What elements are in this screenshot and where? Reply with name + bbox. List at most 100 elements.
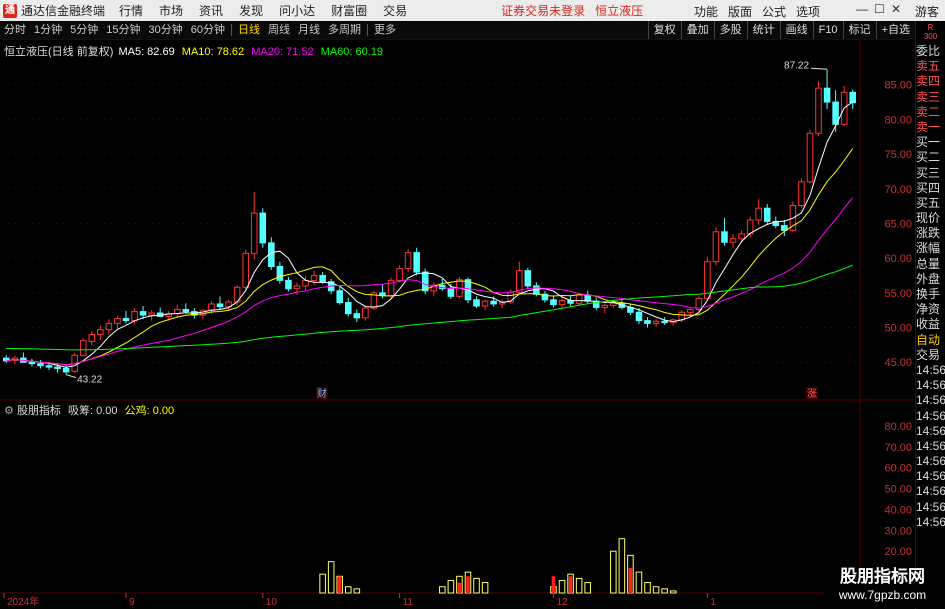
period-tab-10[interactable]: 更多: [370, 21, 400, 39]
period-tab-4[interactable]: 30分钟: [145, 21, 187, 39]
period-tab-1[interactable]: 1分钟: [30, 21, 66, 39]
period-tab-3[interactable]: 15分钟: [102, 21, 144, 39]
menu-gongneng[interactable]: 功能: [694, 3, 718, 20]
side-item-5: 卖一: [916, 119, 941, 134]
menu-xuanxiang[interactable]: 选项: [796, 3, 820, 20]
close-icon[interactable]: ✕: [891, 2, 901, 16]
ma60-line: [6, 264, 853, 351]
volume-bar-yellow: [669, 590, 677, 594]
candle-down: [823, 87, 831, 103]
tool-button-5[interactable]: F10: [812, 21, 843, 39]
period-tab-0[interactable]: 分时: [0, 21, 30, 39]
side-item-8: 买三: [916, 165, 941, 180]
volume-bar-red: [628, 567, 633, 593]
tool-button-7[interactable]: +自选: [875, 21, 915, 39]
window-controls: — ☐ ✕: [856, 2, 901, 16]
side-item-7: 买二: [916, 150, 941, 165]
candle-up: [79, 340, 87, 356]
ma10-line: [6, 148, 854, 366]
candle-down: [336, 290, 344, 304]
candle-down: [490, 300, 497, 305]
candle-up: [362, 307, 369, 319]
menu-wenxiaoda[interactable]: 问小达: [279, 2, 315, 19]
menu-banmian[interactable]: 版面: [728, 3, 752, 20]
volume-bar-yellow: [558, 579, 566, 594]
period-tab-2[interactable]: 5分钟: [66, 21, 102, 39]
tool-button-4[interactable]: 画线: [779, 21, 813, 39]
candle-up: [105, 322, 113, 331]
menu-zixun[interactable]: 资讯: [199, 2, 223, 19]
period-tab-8[interactable]: 月线: [294, 21, 324, 39]
candle-down: [37, 363, 44, 367]
candle-down: [644, 320, 651, 324]
side-item-13: 涨幅: [916, 241, 941, 256]
candle-up: [815, 87, 822, 134]
volume-tick-label: 70.00: [884, 442, 912, 454]
candle-down: [353, 313, 361, 319]
side-item-10: 买五: [916, 195, 941, 210]
tool-button-6[interactable]: 标记: [842, 21, 876, 39]
menu-shichang[interactable]: 市场: [159, 2, 183, 19]
maximize-icon[interactable]: ☐: [874, 2, 885, 16]
minimize-icon[interactable]: —: [856, 2, 868, 16]
price-tick-label: 70.00: [884, 184, 912, 196]
period-tab-6[interactable]: 日线: [234, 21, 264, 39]
volume-bar-yellow: [652, 586, 660, 594]
candle-down: [319, 275, 326, 283]
candle-down: [259, 212, 267, 244]
candle-up: [404, 252, 412, 270]
volume-bar-red: [337, 576, 342, 593]
x-tick-label: 9: [129, 597, 135, 608]
tool-button-1[interactable]: 叠加: [680, 21, 714, 39]
kline-chart[interactable]: 85.00 80.00 75.00 70.00 65.00 60.00 55.00 50.00…: [0, 40, 915, 609]
candle-up: [798, 181, 805, 206]
menu-jiaoyi[interactable]: 交易: [383, 2, 407, 19]
price-tick-label: 45.00: [884, 357, 912, 369]
side-time-8: 14:56: [916, 484, 945, 499]
watermark-url: www.7gpzb.com: [838, 588, 927, 602]
price-axis: 85.00 80.00 75.00 70.00 65.00 60.00 55.00 50.00…: [3, 80, 912, 608]
menu-hangqing[interactable]: 行情: [119, 2, 143, 19]
tool-button-2[interactable]: 多股: [713, 21, 747, 39]
guest-label[interactable]: 游客: [915, 3, 939, 20]
price-tick-label: 75.00: [884, 149, 912, 161]
low-pointer: [65, 374, 77, 379]
x-tick-label: 1: [710, 597, 716, 608]
candle-up: [396, 268, 403, 281]
price-tick-label: 55.00: [884, 288, 912, 300]
volume-tick-label: 60.00: [884, 463, 912, 475]
watermark: 股朋指标网 www.7gpzb.com: [824, 567, 941, 607]
candle-up: [686, 309, 694, 313]
trade-login-warning[interactable]: 证券交易未登录: [501, 2, 585, 19]
candle-down: [550, 299, 557, 306]
volume-bar-red: [568, 576, 573, 593]
candle-down: [62, 367, 70, 373]
high-pointer: [811, 67, 828, 70]
menu-faxian[interactable]: 发现: [239, 2, 263, 19]
period-tab-7[interactable]: 周线: [264, 21, 294, 39]
menu-caifuquan[interactable]: 财富圈: [331, 2, 367, 19]
side-time-7: 14:56: [916, 469, 945, 484]
volume-tick-label: 30.00: [884, 525, 912, 537]
candle-up: [652, 320, 660, 324]
side-trade-label[interactable]: 交易: [916, 348, 945, 363]
period-tab-9[interactable]: 多周期: [324, 21, 365, 39]
candle-down: [54, 366, 61, 369]
candle-up: [131, 311, 138, 322]
volume-tick-label: 80.00: [884, 421, 912, 433]
volume-bar-yellow: [473, 577, 480, 594]
candle-down: [524, 270, 532, 287]
side-item-15: 外盘: [916, 271, 941, 286]
tool-button-3[interactable]: 统计: [746, 21, 780, 39]
period-tab-5[interactable]: 60分钟: [187, 21, 229, 39]
side-auto-label[interactable]: 自动: [916, 333, 945, 348]
candle-down: [45, 365, 53, 368]
title-bar: 通 通达信金融终端 行情 市场 资讯 发现 问小达 财富圈 交易 证券交易未登录…: [0, 0, 945, 21]
menu-gongshi[interactable]: 公式: [762, 3, 786, 20]
candle-down: [849, 91, 857, 104]
tool-button-0[interactable]: 复权: [647, 21, 681, 39]
rise-marker: 涨: [807, 388, 817, 400]
side-panel-header: R 300: [923, 23, 938, 41]
candle-down: [285, 279, 292, 290]
candle-up: [250, 212, 258, 254]
